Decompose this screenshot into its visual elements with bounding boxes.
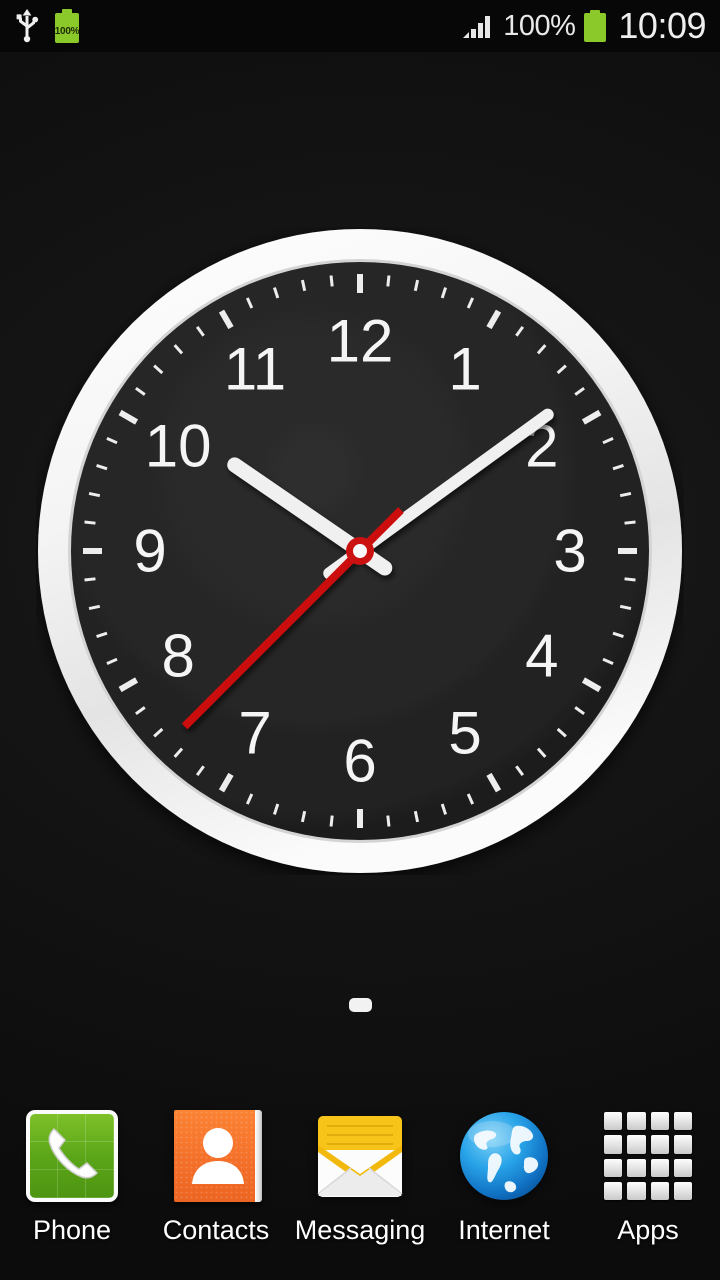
clock-minute-tick	[624, 520, 636, 525]
apps-grid-icon	[602, 1110, 694, 1202]
status-bar-right-group: 100% 10:09	[462, 8, 706, 44]
dock-item-phone[interactable]: Phone	[0, 1108, 144, 1244]
page-dot-0[interactable]	[348, 998, 372, 1012]
status-bar-clock: 10:09	[618, 5, 706, 46]
clock-minute-tick	[624, 577, 636, 582]
battery-charging-percent: 100%	[54, 26, 80, 37]
signal-bars-icon	[462, 12, 494, 40]
dock-label-messaging: Messaging	[294, 1215, 426, 1245]
dock-label-apps: Apps	[617, 1215, 679, 1245]
dock-item-messaging[interactable]: Messaging	[288, 1108, 432, 1244]
battery-icon	[584, 10, 607, 42]
apps-icon-wrap[interactable]	[600, 1108, 696, 1204]
usb-icon	[14, 9, 40, 43]
clock-minute-tick	[84, 577, 96, 582]
clock-numeral-10: 10	[145, 413, 212, 480]
clock-minute-tick	[386, 815, 391, 827]
dock-label-contacts: Contacts	[162, 1215, 270, 1245]
phone-icon-wrap[interactable]	[24, 1108, 120, 1204]
battery-percent-text: 100%	[503, 9, 576, 42]
home-screen: 100% 100% 10:09 1 2 3 4 5 6 7 8 9 10 11 …	[0, 0, 720, 1280]
contacts-icon-wrap[interactable]	[168, 1108, 264, 1204]
clock-numeral-9: 9	[133, 518, 166, 585]
clock-numeral-6: 6	[343, 728, 376, 795]
clock-minute-tick	[386, 275, 391, 287]
dock-label-internet: Internet	[458, 1215, 550, 1245]
clock-numeral-3: 3	[553, 518, 586, 585]
contacts-person-icon	[174, 1110, 262, 1202]
clock-numeral-1: 1	[448, 336, 481, 403]
clock-numeral-4: 4	[525, 623, 558, 690]
status-bar-left-group: 100%	[14, 9, 80, 43]
clock-numeral-12: 12	[327, 308, 394, 375]
clock-center-hub	[346, 537, 374, 565]
messaging-icon-wrap[interactable]	[312, 1108, 408, 1204]
dock-label-phone: Phone	[32, 1215, 112, 1245]
dock-item-apps[interactable]: Apps	[576, 1108, 720, 1244]
dock-item-internet[interactable]: Internet	[432, 1108, 576, 1244]
clock-numeral-8: 8	[161, 623, 194, 690]
clock-numeral-5: 5	[448, 699, 481, 766]
clock-minute-tick	[329, 815, 334, 827]
battery-charging-icon: 100%	[54, 9, 80, 43]
phone-handset-icon	[26, 1110, 118, 1202]
clock-numeral-11: 11	[224, 336, 286, 403]
internet-icon-wrap[interactable]	[456, 1108, 552, 1204]
status-bar[interactable]: 100% 100% 10:09	[0, 0, 720, 52]
home-screen-page-indicator[interactable]	[0, 998, 720, 1012]
analog-clock-widget[interactable]: 1 2 3 4 5 6 7 8 9 10 11 12	[36, 227, 684, 875]
clock-minute-tick	[84, 520, 96, 525]
envelope-icon	[314, 1114, 406, 1198]
clock-numeral-7: 7	[238, 699, 271, 766]
clock-minute-tick	[329, 275, 334, 287]
dock: Phone Contacts Messaging Internet Apps	[0, 1100, 720, 1280]
globe-icon	[458, 1110, 550, 1202]
dock-item-contacts[interactable]: Contacts	[144, 1108, 288, 1244]
